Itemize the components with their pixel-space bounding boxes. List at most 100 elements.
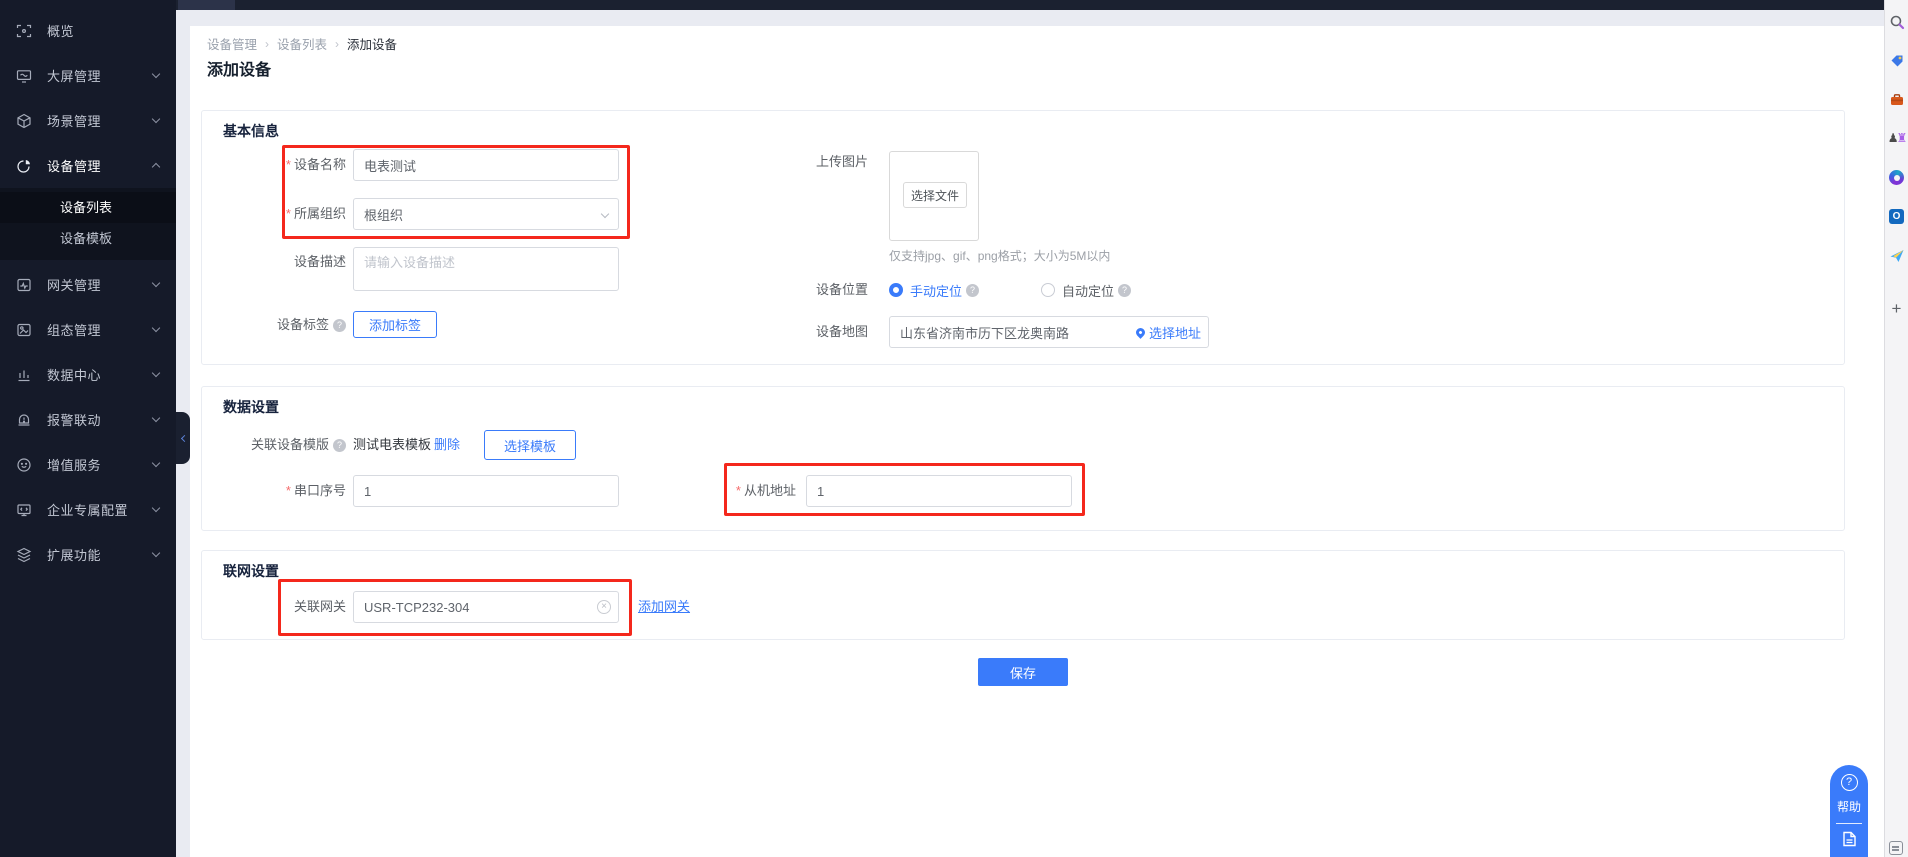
select-address-link[interactable]: 选择地址 <box>1149 323 1201 342</box>
paper-plane-icon[interactable] <box>1888 247 1905 264</box>
template-label: 关联设备模版? <box>202 429 346 461</box>
sidebar-item-scene[interactable]: 场景管理 <box>0 98 176 143</box>
sidebar-subitem-device-list[interactable]: 设备列表 <box>0 192 176 223</box>
breadcrumb-current: 添加设备 <box>347 34 397 53</box>
device-map-label: 设备地图 <box>722 316 868 348</box>
device-desc-textarea[interactable] <box>353 247 619 291</box>
manual-locate-label[interactable]: 手动定位 <box>910 281 962 300</box>
sidebar-item-extension[interactable]: 扩展功能 <box>0 532 176 577</box>
section-title-basic: 基本信息 <box>223 121 279 141</box>
alarm-icon <box>16 412 32 428</box>
sidebar-settings-icon[interactable] <box>1889 841 1903 855</box>
upload-image-label: 上传图片 <box>722 146 868 178</box>
sidebar-item-data-center[interactable]: 数据中心 <box>0 352 176 397</box>
breadcrumb-device-management[interactable]: 设备管理 <box>207 34 257 53</box>
content-panel: 设备管理 › 设备列表 › 添加设备 添加设备 基本信息 设备名称 所属组织 <box>190 26 1884 857</box>
device-name-input[interactable] <box>353 149 619 181</box>
device-desc-label: 设备描述 <box>202 253 346 271</box>
slave-address-input[interactable] <box>806 475 1072 507</box>
slave-address-label: 从机地址 <box>652 475 796 507</box>
chevron-left-icon <box>180 434 187 441</box>
sidebar-item-gateway[interactable]: 网关管理 <box>0 262 176 307</box>
sidebar-collapse-handle[interactable] <box>176 412 190 464</box>
clear-icon[interactable]: × <box>597 600 611 614</box>
gateway-icon <box>16 277 32 293</box>
template-value: 测试电表模板 <box>353 429 431 461</box>
sidebar-item-label: 数据中心 <box>47 365 101 384</box>
sidebar-item-configuration[interactable]: 组态管理 <box>0 307 176 352</box>
upload-image-dropzone[interactable]: 选择文件 <box>889 151 979 241</box>
help-divider <box>1836 823 1862 824</box>
top-bar-tab <box>178 0 235 10</box>
sidebar-item-device[interactable]: 设备管理 <box>0 143 176 188</box>
browser-sidebar: ♟♜ O + <box>1884 0 1908 857</box>
sidebar-item-label: 扩展功能 <box>47 545 101 564</box>
tools-toolbox-icon[interactable] <box>1888 91 1905 108</box>
overview-icon <box>16 23 32 39</box>
save-button[interactable]: 保存 <box>978 658 1068 686</box>
gateway-suffix: × <box>597 591 611 623</box>
device-tag-label: 设备标签? <box>202 309 346 341</box>
help-icon: ? <box>966 284 979 297</box>
device-pie-icon <box>16 158 32 174</box>
sidebar-item-bigscreen[interactable]: 大屏管理 <box>0 53 176 98</box>
sidebar-subitem-device-template[interactable]: 设备模板 <box>0 223 176 254</box>
help-icon: ? <box>333 439 346 452</box>
outlook-icon[interactable]: O <box>1888 208 1905 225</box>
device-location-label: 设备位置 <box>722 274 868 306</box>
serial-number-input[interactable] <box>353 475 619 507</box>
gateway-input[interactable] <box>353 591 619 623</box>
help-label: 帮助 <box>1837 798 1861 815</box>
document-icon[interactable] <box>1842 831 1857 847</box>
top-bar <box>176 0 1884 10</box>
select-template-button[interactable]: 选择模板 <box>484 430 576 460</box>
sidebar: 概览 大屏管理 场景管理 设备管理 设备列表 <box>0 0 176 857</box>
delete-template-link[interactable]: 删除 <box>434 429 460 461</box>
help-icon: ? <box>333 319 346 332</box>
enterprise-config-icon <box>16 502 32 518</box>
device-map-field: 选择地址 <box>889 316 1209 348</box>
section-title-data: 数据设置 <box>223 397 279 417</box>
data-settings-card: 数据设置 关联设备模版? 测试电表模板 删除 选择模板 串口序号 从机地址 <box>201 386 1845 531</box>
serial-number-label: 串口序号 <box>202 475 346 507</box>
breadcrumb: 设备管理 › 设备列表 › 添加设备 <box>207 34 397 53</box>
chevron-down-icon <box>152 504 160 512</box>
screen: 概览 大屏管理 场景管理 设备管理 设备列表 <box>0 0 1908 857</box>
games-chess-icon[interactable]: ♟♜ <box>1888 130 1905 147</box>
sidebar-item-overview[interactable]: 概览 <box>0 8 176 53</box>
choose-file-button[interactable]: 选择文件 <box>903 182 967 208</box>
org-select[interactable] <box>353 198 619 230</box>
basic-info-card: 基本信息 设备名称 所属组织 设备描述 设备标签? <box>201 110 1845 365</box>
sidebar-item-enterprise-config[interactable]: 企业专属配置 <box>0 487 176 532</box>
location-pin-icon <box>1134 326 1147 339</box>
chevron-up-icon <box>152 163 160 171</box>
help-question-icon[interactable]: ? <box>1841 774 1858 791</box>
gateway-field: × <box>353 591 619 623</box>
gateway-label: 关联网关 <box>202 591 346 623</box>
chevron-down-icon <box>152 369 160 377</box>
help-widget: ? 帮助 <box>1830 765 1868 857</box>
chevron-down-icon <box>152 324 160 332</box>
breadcrumb-device-list[interactable]: 设备列表 <box>277 34 327 53</box>
sidebar-item-label: 增值服务 <box>47 455 101 474</box>
microsoft365-icon[interactable] <box>1888 169 1905 186</box>
auto-locate-radio[interactable] <box>1041 283 1055 297</box>
map-suffix: 选择地址 <box>1136 316 1201 348</box>
chevron-down-icon <box>152 549 160 557</box>
device-location-radio-group: 手动定位 ? 自动定位 ? <box>889 274 1131 306</box>
auto-locate-label[interactable]: 自动定位 <box>1062 281 1114 300</box>
search-icon[interactable] <box>1888 13 1905 30</box>
add-gateway-link[interactable]: 添加网关 <box>638 591 690 623</box>
breadcrumb-separator: › <box>265 37 269 51</box>
sidebar-item-alarm[interactable]: 报警联动 <box>0 397 176 442</box>
collections-tag-icon[interactable] <box>1888 52 1905 69</box>
breadcrumb-separator: › <box>335 37 339 51</box>
sidebar-item-label: 报警联动 <box>47 410 101 429</box>
sidebar-item-label: 设备管理 <box>47 156 101 175</box>
extension-layers-icon <box>16 547 32 563</box>
add-tag-button[interactable]: 添加标签 <box>353 311 437 338</box>
sidebar-item-value-service[interactable]: 增值服务 <box>0 442 176 487</box>
manual-locate-radio[interactable] <box>889 283 903 297</box>
add-panel-icon[interactable]: + <box>1888 300 1905 317</box>
device-name-label: 设备名称 <box>202 149 346 181</box>
